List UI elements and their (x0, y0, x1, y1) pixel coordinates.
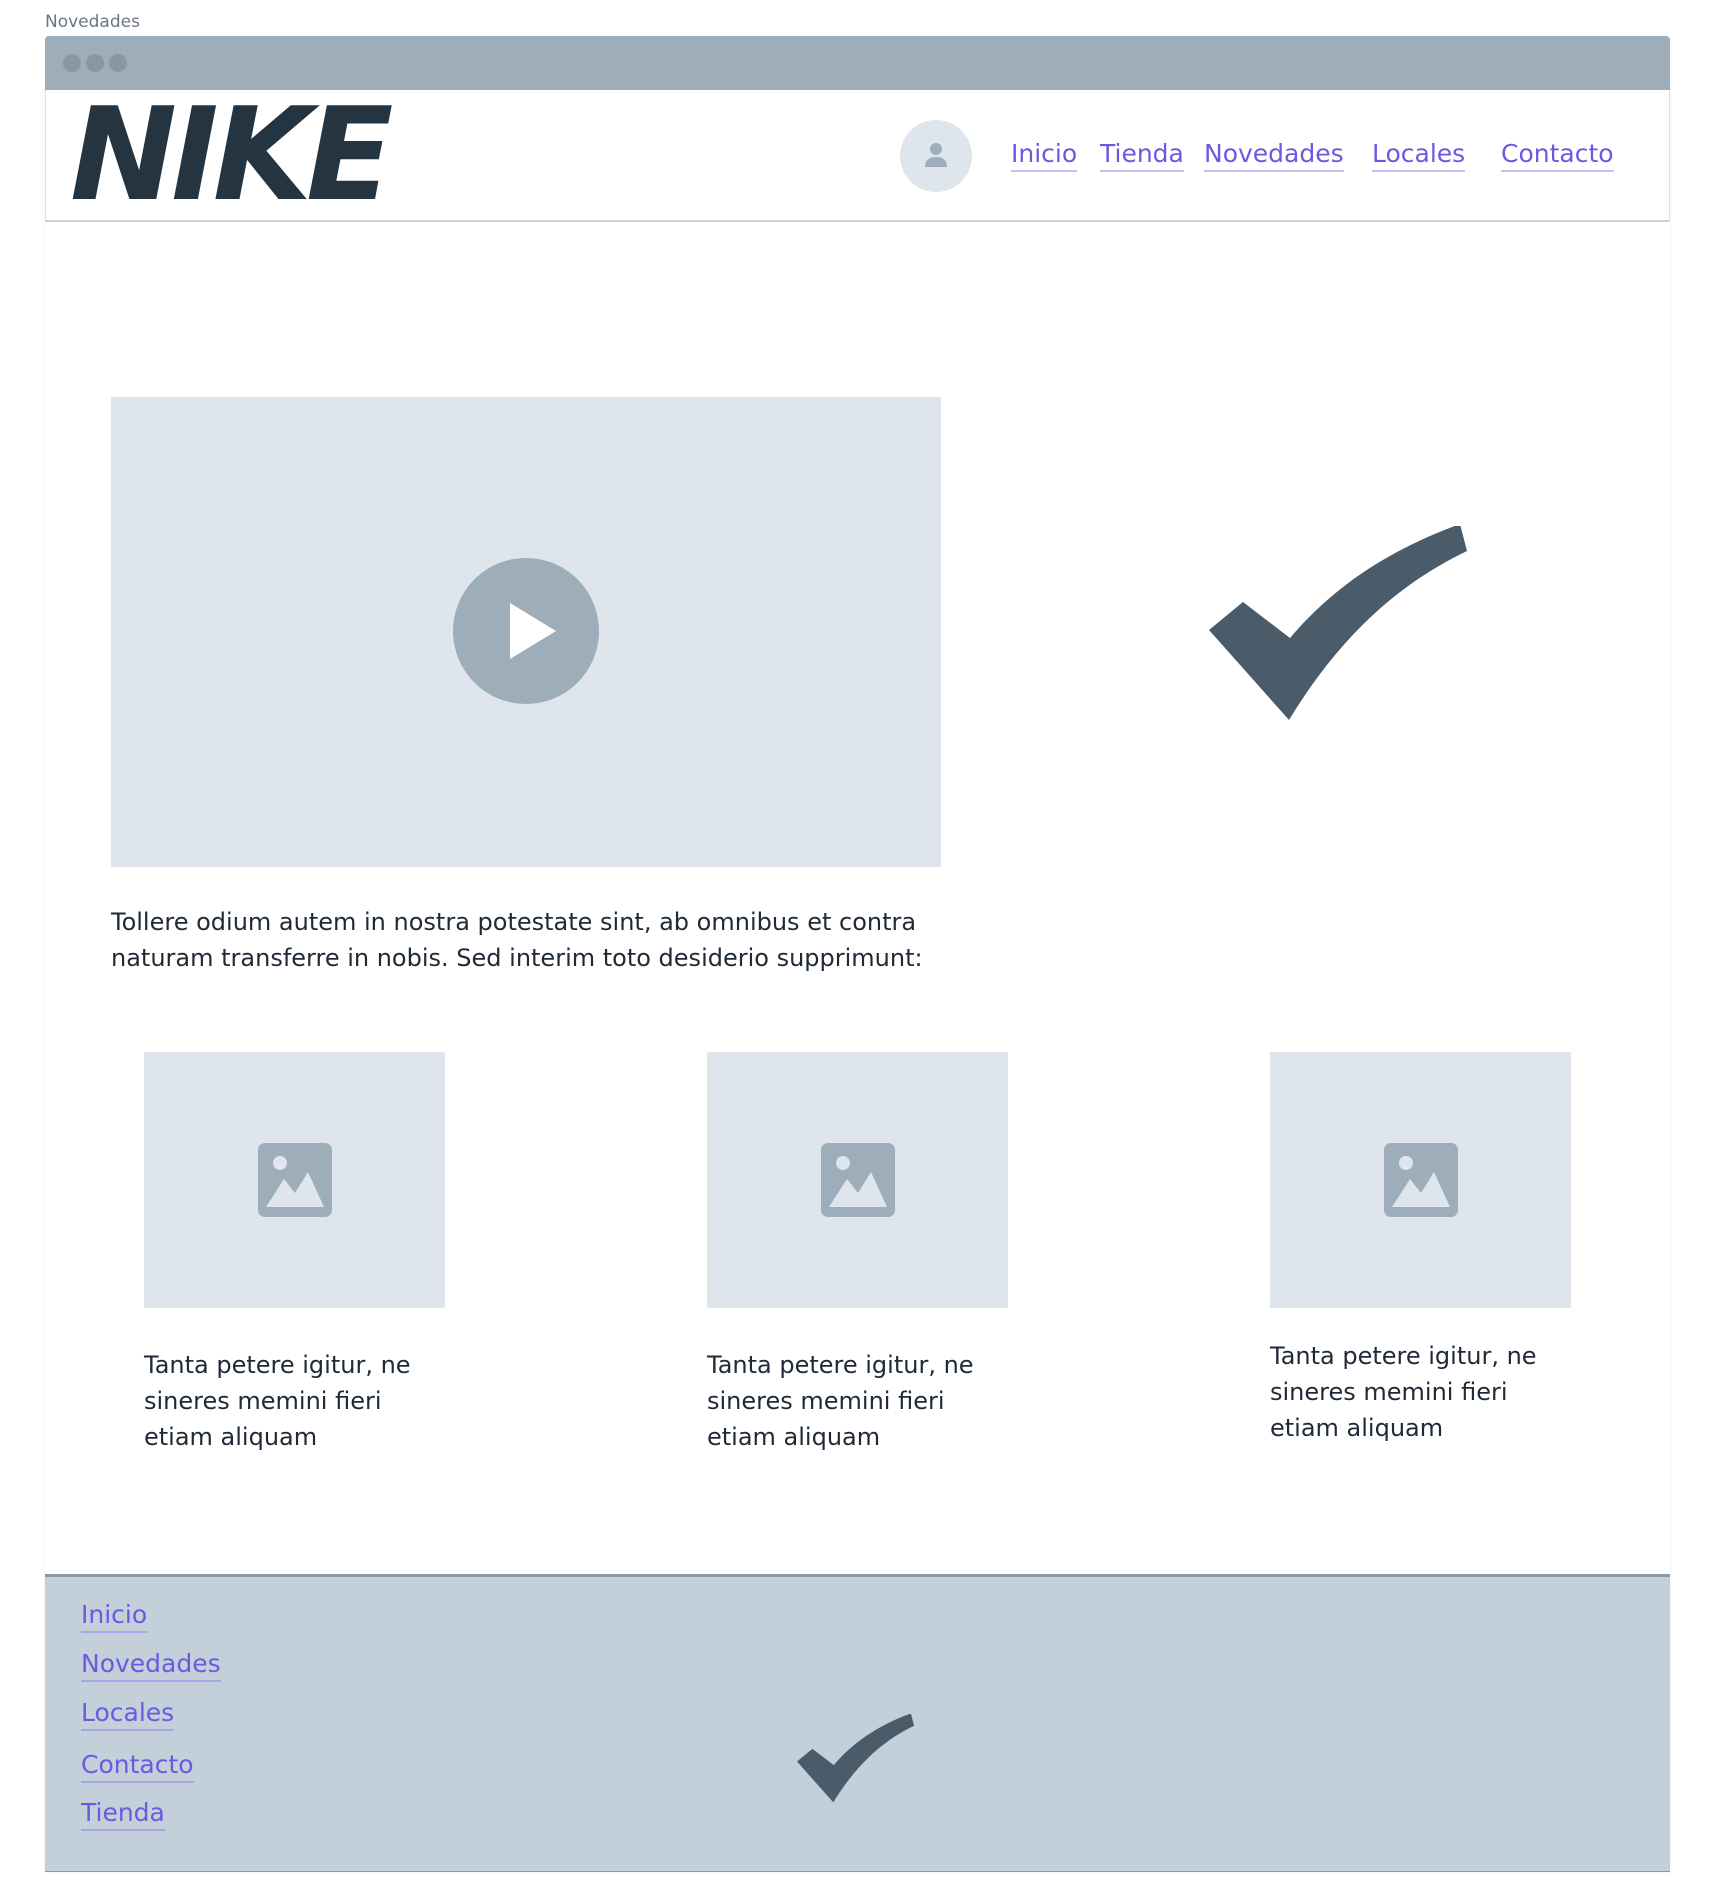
swoosh-icon (1209, 526, 1467, 720)
swoosh-icon (797, 1714, 915, 1803)
browser-window: NIKE Inicio Tienda Novedades Locales Con… (45, 36, 1670, 1872)
video-player[interactable] (111, 397, 941, 867)
play-button[interactable] (453, 558, 599, 704)
window-maximize-dot[interactable] (109, 54, 127, 72)
play-icon (510, 603, 556, 659)
image-icon (258, 1143, 332, 1217)
card-image-3 (1270, 1052, 1571, 1308)
footer-link-tienda[interactable]: Tienda (81, 1797, 165, 1831)
card-image-2 (707, 1052, 1008, 1308)
footer-link-inicio[interactable]: Inicio (81, 1599, 148, 1633)
brand-logo[interactable]: NIKE (70, 92, 393, 220)
frame-label: Novedades (45, 12, 140, 32)
intro-paragraph: Tollere odium autem in nostra potestate … (111, 908, 923, 972)
card-text-1: Tanta petere igitur, ne sineres memini f… (144, 1351, 411, 1451)
card-image-1 (144, 1052, 445, 1308)
nav-novedades[interactable]: Novedades (1204, 138, 1344, 172)
card-text-3: Tanta petere igitur, ne sineres memini f… (1270, 1342, 1537, 1442)
site-header: NIKE Inicio Tienda Novedades Locales Con… (45, 90, 1670, 222)
footer-link-contacto[interactable]: Contacto (81, 1749, 194, 1783)
window-minimize-dot[interactable] (86, 54, 104, 72)
user-avatar-button[interactable] (900, 120, 972, 192)
image-icon (1384, 1143, 1458, 1217)
window-close-dot[interactable] (63, 54, 81, 72)
footer-link-novedades[interactable]: Novedades (81, 1648, 221, 1682)
user-icon (925, 143, 947, 167)
image-icon (821, 1143, 895, 1217)
nav-locales[interactable]: Locales (1372, 138, 1466, 172)
footer-link-locales[interactable]: Locales (81, 1697, 175, 1731)
nav-tienda[interactable]: Tienda (1100, 138, 1184, 172)
nav-inicio[interactable]: Inicio (1011, 138, 1078, 172)
card-text-2: Tanta petere igitur, ne sineres memini f… (707, 1351, 974, 1451)
nav-contacto[interactable]: Contacto (1501, 138, 1614, 172)
